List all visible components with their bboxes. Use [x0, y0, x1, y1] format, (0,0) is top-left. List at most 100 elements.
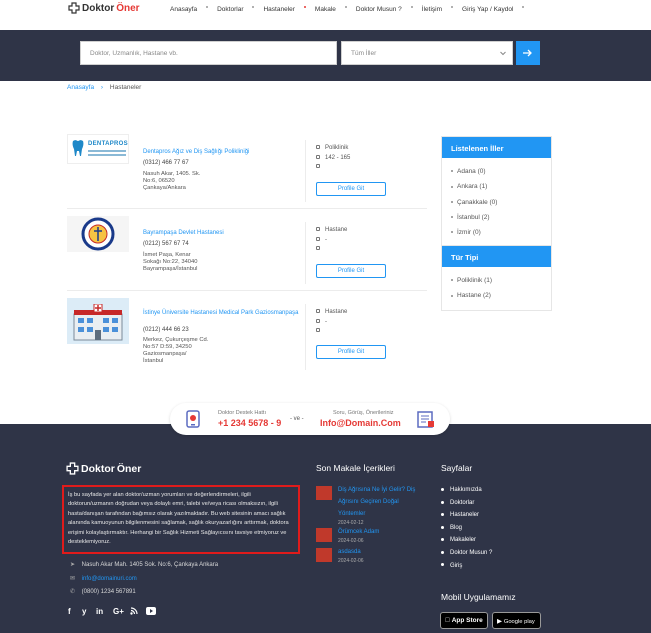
city-item[interactable]: Adana (0) [442, 164, 551, 179]
breadcrumb-home[interactable]: Anasayfa [67, 84, 94, 91]
hospital-building-icon [73, 304, 123, 341]
search-input[interactable]: Doktor, Uzmanlık, Hastane vb. [80, 41, 337, 65]
footer-logo[interactable]: Doktor Öner [66, 462, 141, 475]
type-icon [316, 145, 320, 150]
youtube-icon[interactable] [146, 607, 156, 615]
type-icon [316, 227, 320, 232]
nav-giris-kaydol[interactable]: Giriş Yap / Kaydol [462, 6, 513, 13]
play-icon: ▶ [497, 618, 502, 625]
twitter-icon[interactable]: y [82, 607, 86, 616]
article-title[interactable]: Diş Ağrısına Ne İyi Gelir? Diş Ağrısını … [338, 484, 415, 520]
pages-list: Hakkımızda Doktorlar Hastaneler Blog Mak… [441, 484, 492, 572]
logo-text-oner: Öner [116, 2, 140, 14]
breadcrumb-current: Hastaneler [109, 84, 142, 91]
listing-card: DENTAPROS Dentapros Ağız ve Diş Sağlığı … [67, 134, 427, 209]
footer-phone-text: (0800) 1234 567891 [81, 589, 136, 595]
address-line: No:57 D:59, 34250 [143, 344, 192, 350]
listing-meta: Poliklinik 142 - 165 [316, 144, 350, 173]
address-line: Merkez, Çukurçeşme Cd. [143, 337, 209, 343]
nav-doktor-musun[interactable]: Doktor Musun ? [356, 6, 402, 13]
types-title: Tür Tipi [442, 246, 551, 267]
page-link[interactable]: Giriş [441, 560, 492, 573]
page-link[interactable]: Doktorlar [441, 497, 492, 510]
breadcrumb: Anasayfa › Hastaneler [67, 84, 141, 91]
listing-phone: (0312) 466 77 67 [143, 160, 189, 166]
support-phone-icon [186, 410, 200, 428]
support-or: - ve - [290, 416, 304, 422]
article-title[interactable]: Örümcek Adam [338, 526, 379, 538]
cities-title: Listelenen İller [442, 137, 551, 158]
app-store-button[interactable]:  App Store [440, 612, 488, 629]
footer-email[interactable]: ✉ info@domainuri.com [70, 575, 137, 582]
google-play-label: Google play [503, 619, 535, 625]
listing-name[interactable]: Dentapros Ağız ve Diş Sağlığı Polikliniğ… [143, 148, 249, 156]
nav-doktorlar[interactable]: Doktorlar [217, 6, 243, 13]
type-item[interactable]: Hastane (2) [442, 288, 551, 303]
nav-hastaneler[interactable]: Hastaneler [263, 6, 294, 13]
address-line: İsmet Paşa, Kenar [143, 252, 191, 258]
search-button[interactable] [516, 41, 540, 65]
profile-button[interactable]: Profile Git [316, 264, 386, 278]
profile-button[interactable]: Profile Git [316, 345, 386, 359]
main-nav: Anasayfa Doktorlar Hastaneler Makale Dok… [170, 6, 533, 13]
article-thumbnail [316, 548, 332, 562]
page-link[interactable]: Doktor Musun ? [441, 547, 492, 560]
range-icon [316, 236, 320, 241]
hospital-emblem-icon [81, 217, 115, 251]
article-item[interactable]: Örümcek Adam 2024-02-06 [316, 528, 436, 548]
articles-title: Son Makale İçerikleri [316, 463, 395, 473]
city-select-value: Tüm İller [351, 50, 377, 57]
info-icon [316, 328, 320, 333]
type-item[interactable]: Poliklinik (1) [442, 273, 551, 288]
mail-icon: ✉ [70, 576, 76, 582]
support-mail-label: Soru, Görüş, Önerileriniz [333, 410, 394, 416]
facebook-icon[interactable]: f [68, 607, 71, 616]
city-item[interactable]: Çanakkale (0) [442, 195, 551, 210]
nav-iletisim[interactable]: İletişim [422, 6, 442, 13]
city-item[interactable]: İzmir (0) [442, 225, 551, 240]
city-item[interactable]: Ankara (1) [442, 179, 551, 194]
phone-icon: ✆ [70, 589, 76, 595]
chevron-down-icon [500, 51, 506, 56]
listing-name[interactable]: Bayrampaşa Devlet Hastanesi [143, 229, 224, 237]
listing-range: 142 - 165 [325, 154, 351, 161]
site-logo[interactable]: Doktor Öner [68, 2, 140, 14]
footer-disclaimer: İş bu sayfada yer alan doktor/uzman yoru… [62, 485, 300, 554]
page-link[interactable]: Makaleler [441, 534, 492, 547]
support-mail-icon [417, 411, 434, 428]
listing-thumbnail [67, 298, 129, 344]
page-link[interactable]: Hakkımızda [441, 484, 492, 497]
article-title[interactable]: asdasda [338, 546, 361, 558]
support-pill: Doktor Destek Hattı +1 234 5678 - 9 - ve… [170, 403, 450, 435]
listing-card: Bayrampaşa Devlet Hastanesi (0212) 567 6… [67, 216, 427, 291]
article-item[interactable]: Diş Ağrısına Ne İyi Gelir? Diş Ağrısını … [316, 486, 436, 526]
page-link[interactable]: Hastaneler [441, 509, 492, 522]
profile-button[interactable]: Profile Git [316, 182, 386, 196]
city-select[interactable]: Tüm İller [341, 41, 513, 65]
article-date: 2024-02-06 [338, 538, 364, 544]
nav-makale[interactable]: Makale [315, 6, 336, 13]
logo-icon [66, 462, 79, 475]
support-phone[interactable]: +1 234 5678 - 9 [218, 418, 281, 428]
listing-type: Hastane [325, 309, 348, 315]
page-link[interactable]: Blog [441, 522, 492, 535]
listing-phone: (0212) 444 66 23 [143, 327, 189, 333]
google-play-button[interactable]: ▶ Google play [492, 612, 541, 629]
article-item[interactable]: asdasda 2024-02-06 [316, 548, 436, 568]
footer-phone: ✆ (0800) 1234 567891 [70, 588, 136, 595]
nav-anasayfa[interactable]: Anasayfa [170, 6, 197, 13]
listing-name[interactable]: İstinye Üniversite Hastanesi Medical Par… [143, 309, 298, 317]
support-line-label: Doktor Destek Hattı [218, 410, 266, 416]
listing-range: - [325, 318, 327, 325]
address-line: Nasuh Akar, 1405. Sk. [143, 171, 201, 177]
linkedin-icon[interactable]: in [96, 607, 103, 616]
footer-email-text[interactable]: info@domainuri.com [82, 576, 137, 582]
google-plus-icon[interactable]: G+ [113, 607, 124, 616]
type-icon [316, 309, 320, 314]
city-item[interactable]: İstanbul (2) [442, 210, 551, 225]
address-line: Çankaya/Ankara [143, 185, 186, 191]
rss-icon[interactable] [130, 607, 138, 615]
app-store-label: App Store [445, 617, 483, 624]
apple-icon:  [445, 617, 450, 624]
support-email[interactable]: Info@Domain.Com [320, 418, 401, 428]
